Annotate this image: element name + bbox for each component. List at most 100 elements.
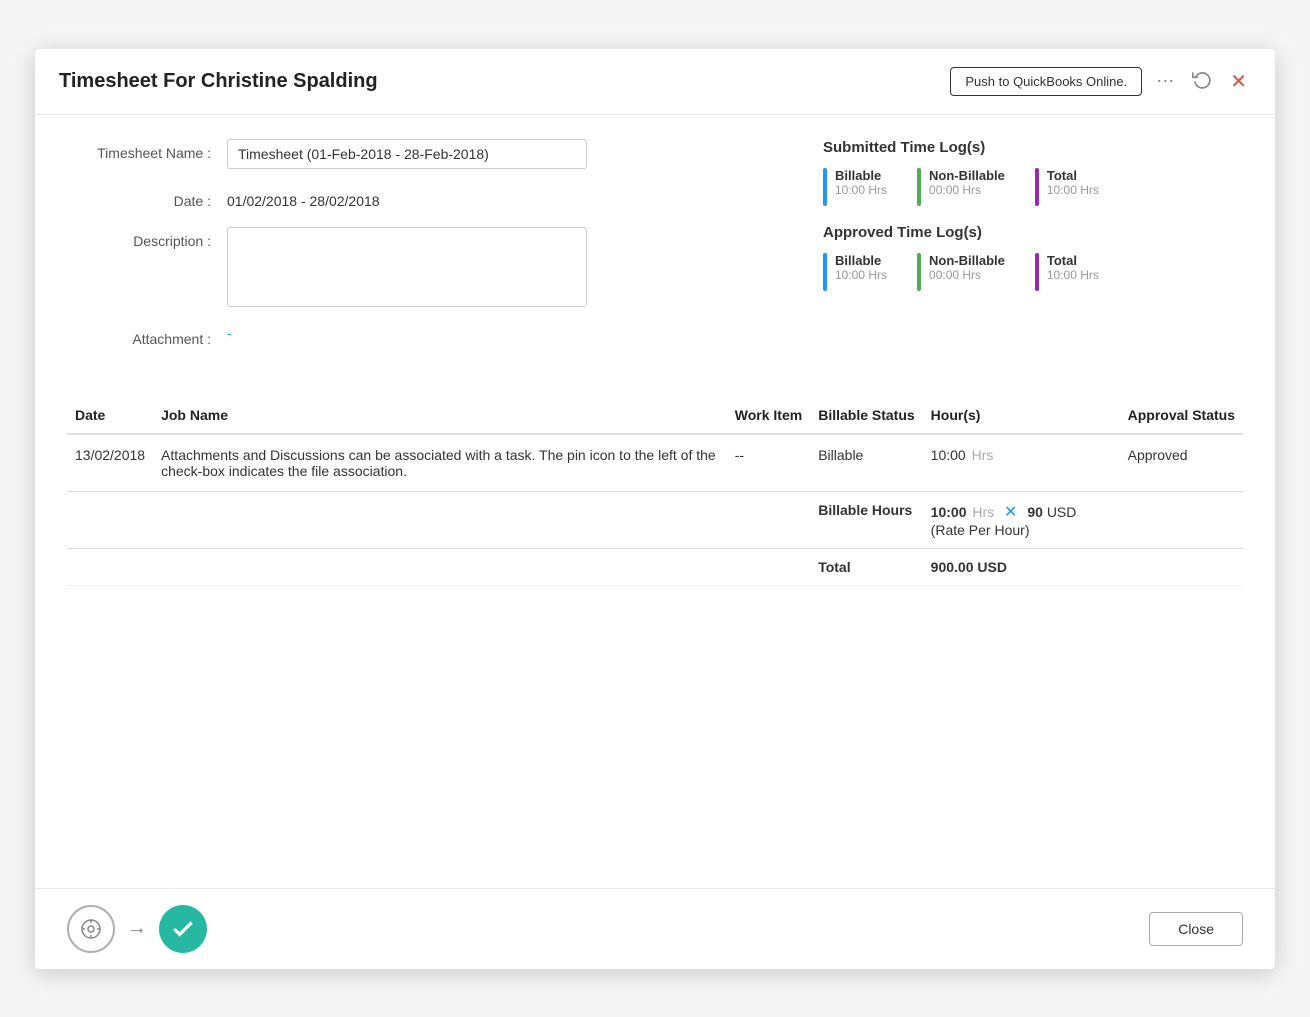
submitted-non-billable-info: Non-Billable 00:00 Hrs <box>929 168 1005 197</box>
approved-total-value: 10:00 Hrs <box>1047 268 1099 282</box>
approved-total-label: Total <box>1047 253 1099 268</box>
approved-non-billable-bar <box>917 253 921 291</box>
table-header-row: Date Job Name Work Item Billable Status … <box>67 397 1243 434</box>
timesheet-name-label: Timesheet Name : <box>67 139 227 161</box>
submitted-non-billable: Non-Billable 00:00 Hrs <box>917 168 1005 206</box>
submitted-total: Total 10:00 Hrs <box>1035 168 1099 206</box>
col-billable-status: Billable Status <box>810 397 922 434</box>
approved-total: Total 10:00 Hrs <box>1035 253 1099 291</box>
approved-non-billable-info: Non-Billable 00:00 Hrs <box>929 253 1005 282</box>
billable-approval-empty <box>1120 491 1243 548</box>
approved-total-info: Total 10:00 Hrs <box>1047 253 1099 282</box>
close-button[interactable]: Close <box>1149 912 1243 946</box>
date-value: 01/02/2018 - 28/02/2018 <box>227 187 380 209</box>
non-billable-bar <box>917 168 921 206</box>
total-approval-empty <box>1120 548 1243 585</box>
approved-non-billable: Non-Billable 00:00 Hrs <box>917 253 1005 291</box>
date-row: Date : 01/02/2018 - 28/02/2018 <box>67 187 783 209</box>
summary-empty <box>67 491 810 548</box>
row-date: 13/02/2018 <box>67 434 153 492</box>
submitted-title: Submitted Time Log(s) <box>823 139 1243 156</box>
description-input[interactable] <box>227 227 587 307</box>
submitted-billable: Billable 10:00 Hrs <box>823 168 887 206</box>
more-options-button[interactable]: ⋯ <box>1152 67 1178 96</box>
submitted-total-info: Total 10:00 Hrs <box>1047 168 1099 197</box>
modal-header: Timesheet For Christine Spalding Push to… <box>35 49 1275 115</box>
status-approved-icon[interactable] <box>159 905 207 953</box>
description-label: Description : <box>67 227 227 249</box>
modal-body: Timesheet Name : Date : 01/02/2018 - 28/… <box>35 115 1275 888</box>
submitted-total-label: Total <box>1047 168 1099 183</box>
form-section: Timesheet Name : Date : 01/02/2018 - 28/… <box>67 139 783 365</box>
col-approval-status: Approval Status <box>1120 397 1243 434</box>
submitted-billable-info: Billable 10:00 Hrs <box>835 168 887 197</box>
row-work-item: -- <box>727 434 810 492</box>
approved-billable: Billable 10:00 Hrs <box>823 253 887 291</box>
header-actions: Push to QuickBooks Online. ⋯ ✕ <box>950 65 1251 98</box>
approved-billable-label: Billable <box>835 253 887 268</box>
timesheet-name-input[interactable] <box>227 139 587 169</box>
billable-hours-summary-value: 10:00 <box>931 504 967 520</box>
submitted-time-logs: Submitted Time Log(s) Billable 10:00 Hrs <box>823 139 1243 206</box>
top-section: Timesheet Name : Date : 01/02/2018 - 28/… <box>67 139 1243 365</box>
history-button[interactable] <box>1188 65 1216 98</box>
time-logs-section: Submitted Time Log(s) Billable 10:00 Hrs <box>823 139 1243 365</box>
col-date: Date <box>67 397 153 434</box>
submitted-non-billable-label: Non-Billable <box>929 168 1005 183</box>
total-value-cell: 900.00 USD <box>923 548 1120 585</box>
attachment-label: Attachment : <box>67 325 227 347</box>
submitted-billable-label: Billable <box>835 168 887 183</box>
col-hours: Hour(s) <box>923 397 1120 434</box>
rate-value: 90 <box>1027 504 1043 520</box>
submitted-billable-value: 10:00 Hrs <box>835 183 887 197</box>
multiply-icon: ✕ <box>1004 504 1017 521</box>
close-header-button[interactable]: ✕ <box>1226 65 1251 98</box>
approved-non-billable-label: Non-Billable <box>929 253 1005 268</box>
col-work-item: Work Item <box>727 397 810 434</box>
submitted-log-row: Billable 10:00 Hrs Non-Billable 00:00 Hr… <box>823 168 1243 206</box>
status-pending-icon[interactable] <box>67 905 115 953</box>
table-section: Date Job Name Work Item Billable Status … <box>67 397 1243 586</box>
approved-billable-bar <box>823 253 827 291</box>
approved-title: Approved Time Log(s) <box>823 224 1243 241</box>
modal-title: Timesheet For Christine Spalding <box>59 70 378 93</box>
timesheet-name-row: Timesheet Name : <box>67 139 783 169</box>
approved-log-row: Billable 10:00 Hrs Non-Billable 00:00 Hr… <box>823 253 1243 291</box>
submitted-non-billable-value: 00:00 Hrs <box>929 183 1005 197</box>
approved-time-logs: Approved Time Log(s) Billable 10:00 Hrs <box>823 224 1243 291</box>
total-bar <box>1035 168 1039 206</box>
row-billable-status: Billable <box>810 434 922 492</box>
total-summary-value: 900.00 USD <box>931 559 1007 575</box>
timesheet-table: Date Job Name Work Item Billable Status … <box>67 397 1243 586</box>
date-label: Date : <box>67 187 227 209</box>
total-label-cell: Total <box>810 548 922 585</box>
row-job-name: Attachments and Discussions can be assoc… <box>153 434 727 492</box>
row-hours: 10:00 Hrs <box>923 434 1120 492</box>
hours-unit: Hrs <box>972 447 994 463</box>
row-approval-status: Approved <box>1120 434 1243 492</box>
total-empty <box>67 548 810 585</box>
billable-hours-label: Billable Hours <box>810 491 922 548</box>
billable-bar <box>823 168 827 206</box>
approved-total-bar <box>1035 253 1039 291</box>
total-summary-label: Total <box>818 559 850 575</box>
modal-footer: → Close <box>35 888 1275 969</box>
billable-hours-value: 10:00 Hrs ✕ 90 USD (Rate Per Hour) <box>923 491 1120 548</box>
col-job-name: Job Name <box>153 397 727 434</box>
approved-billable-value: 10:00 Hrs <box>835 268 887 282</box>
table-row: 13/02/2018 Attachments and Discussions c… <box>67 434 1243 492</box>
arrow-right-icon: → <box>127 917 147 940</box>
total-summary-row: Total 900.00 USD <box>67 548 1243 585</box>
timesheet-modal: Timesheet For Christine Spalding Push to… <box>35 49 1275 969</box>
approved-non-billable-value: 00:00 Hrs <box>929 268 1005 282</box>
attachment-row: Attachment : - <box>67 325 783 347</box>
billable-hrs-unit: Hrs <box>972 504 994 520</box>
attachment-link[interactable]: - <box>227 325 232 341</box>
billable-hours-summary-label: Billable Hours <box>818 502 912 518</box>
description-row: Description : <box>67 227 783 307</box>
footer-left: → <box>67 905 207 953</box>
quickbooks-button[interactable]: Push to QuickBooks Online. <box>950 67 1142 96</box>
billable-hours-summary-row: Billable Hours 10:00 Hrs ✕ 90 USD (Rate … <box>67 491 1243 548</box>
approved-billable-info: Billable 10:00 Hrs <box>835 253 887 282</box>
submitted-total-value: 10:00 Hrs <box>1047 183 1099 197</box>
